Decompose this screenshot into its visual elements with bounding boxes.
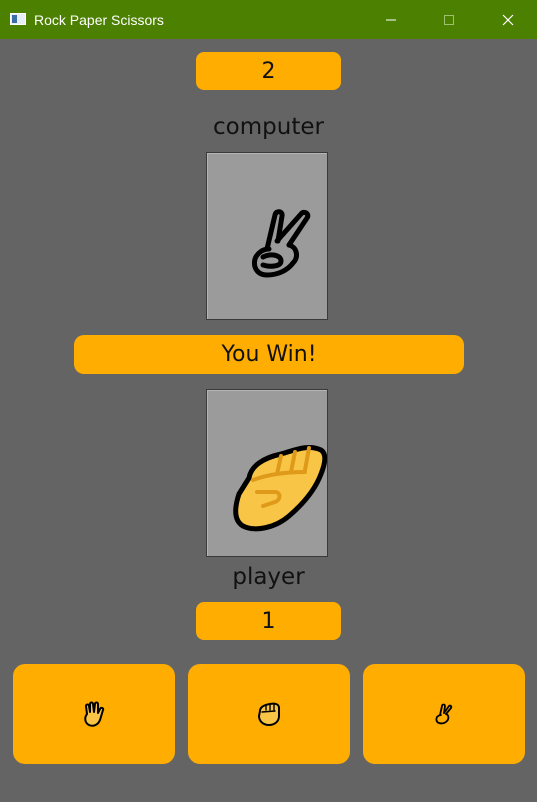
rock-fist-icon — [258, 702, 280, 726]
close-button[interactable] — [485, 0, 531, 39]
app-icon — [10, 13, 26, 25]
close-icon — [502, 14, 514, 25]
computer-score: 2 — [196, 52, 341, 90]
player-score: 1 — [196, 602, 341, 640]
player-label: player — [232, 564, 305, 590]
result-banner: You Win! — [74, 335, 464, 374]
maximize-icon — [444, 14, 454, 25]
paper-hand-icon — [84, 701, 105, 727]
rock-button[interactable] — [188, 664, 350, 764]
title-bar: Rock Paper Scissors — [0, 0, 537, 39]
computer-label: computer — [213, 114, 324, 140]
computer-choice-card — [206, 152, 328, 320]
maximize-button[interactable] — [426, 0, 472, 39]
player-choice-card — [206, 389, 328, 557]
scissors-button[interactable] — [363, 664, 525, 764]
minimize-button[interactable] — [368, 0, 414, 39]
paper-button[interactable] — [13, 664, 175, 764]
scissors-hand-icon — [252, 209, 311, 278]
minimize-icon — [386, 19, 396, 20]
window-title: Rock Paper Scissors — [34, 12, 164, 28]
scissors-hand-icon — [435, 703, 453, 725]
rock-fist-icon — [233, 445, 327, 532]
